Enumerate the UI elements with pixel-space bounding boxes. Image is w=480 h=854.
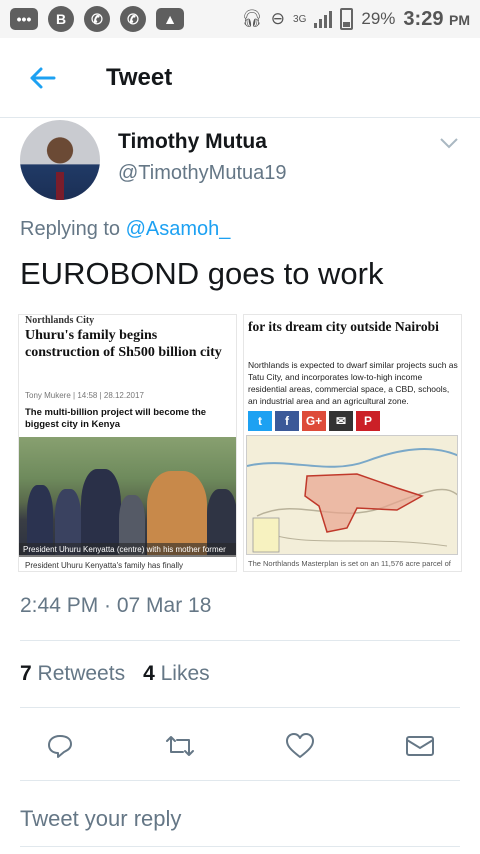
media-image-left[interactable]: Northlands City Uhuru's family begins co…	[18, 314, 237, 572]
media-image-right[interactable]: for its dream city outside Nairobi North…	[243, 314, 462, 572]
author-name[interactable]: Timothy Mutua	[118, 130, 267, 154]
signal-icon	[314, 10, 333, 28]
back-button[interactable]	[12, 48, 72, 108]
heart-icon	[286, 733, 314, 758]
news-photo	[19, 437, 236, 555]
article-kicker: Northlands City	[25, 315, 95, 326]
article-byline: Tony Mukere | 14:58 | 28.12.2017	[25, 391, 144, 400]
b-app-icon: B	[48, 6, 74, 32]
reply-context: Replying to @Asamoh_	[20, 218, 231, 240]
pinterest-share-icon: P	[356, 411, 380, 431]
clock: 3:29 PM	[403, 7, 470, 30]
article-headline: Uhuru's family begins construction of Sh…	[25, 328, 222, 360]
back-arrow-icon	[30, 67, 56, 88]
page-title: Tweet	[106, 63, 173, 91]
messages-icon: •••	[10, 8, 38, 30]
article-body-snippet: President Uhuru Kenyatta's family has fi…	[25, 561, 184, 570]
article-headline: for its dream city outside Nairobi	[248, 319, 439, 334]
reply-icon	[48, 735, 72, 758]
article-body: Northlands is expected to dwarf similar …	[248, 360, 458, 406]
email-share-icon: ✉	[329, 411, 353, 431]
article-subhead: The multi-billion project will become th…	[25, 407, 207, 430]
action-bar	[0, 722, 480, 770]
retweet-button[interactable]	[120, 722, 240, 770]
top-bar: Tweet	[0, 38, 480, 118]
network-type: 3G	[293, 13, 307, 25]
divider	[20, 707, 460, 708]
mention-link[interactable]: @Asamoh_	[126, 218, 231, 240]
battery-level: 29%	[361, 9, 396, 28]
divider	[20, 640, 460, 641]
author-handle[interactable]: @TimothyMutua19	[118, 162, 287, 185]
retweet-icon	[166, 736, 194, 756]
tweet-stats: 7 Retweets 4 Likes	[20, 662, 210, 686]
map-caption: The Northlands Masterplan is set on an 1…	[248, 559, 451, 568]
divider	[20, 846, 460, 847]
tweet-timestamp: 2:44 PM · 07 Mar 18	[20, 594, 212, 617]
chevron-down-icon[interactable]	[438, 132, 460, 154]
divider	[20, 780, 460, 781]
whatsapp-icon: ✆	[84, 6, 110, 32]
google-plus-share-icon: G+	[302, 411, 326, 431]
gallery-icon: ▲	[156, 8, 184, 30]
battery-icon	[340, 8, 354, 30]
tweet-media[interactable]: Northlands City Uhuru's family begins co…	[18, 314, 462, 572]
whatsapp-icon: ✆	[120, 6, 146, 32]
reply-input[interactable]: Tweet your reply	[20, 806, 181, 832]
share-buttons: t f G+ ✉ P	[248, 411, 380, 431]
tweet-author: Timothy Mutua @TimothyMutua19	[0, 118, 480, 210]
retweets-stat[interactable]: 7 Retweets	[20, 662, 125, 686]
envelope-icon	[406, 736, 434, 756]
headphones-icon: 🎧︎	[241, 9, 263, 28]
likes-stat[interactable]: 4 Likes	[143, 662, 210, 686]
status-bar: ••• B ✆ ✆ ▲ 🎧︎ ⊖ 3G 29% 3:29 PM	[0, 0, 480, 38]
facebook-share-icon: f	[275, 411, 299, 431]
tweet-text: EUROBOND goes to work	[20, 256, 384, 291]
reply-button[interactable]	[0, 722, 120, 770]
masterplan-map	[246, 435, 458, 555]
avatar[interactable]	[20, 120, 100, 200]
direct-message-button[interactable]	[360, 722, 480, 770]
photo-caption: President Uhuru Kenyatta (centre) with h…	[19, 543, 236, 557]
twitter-share-icon: t	[248, 411, 272, 431]
do-not-disturb-icon: ⊖	[270, 9, 286, 28]
like-button[interactable]	[240, 722, 360, 770]
